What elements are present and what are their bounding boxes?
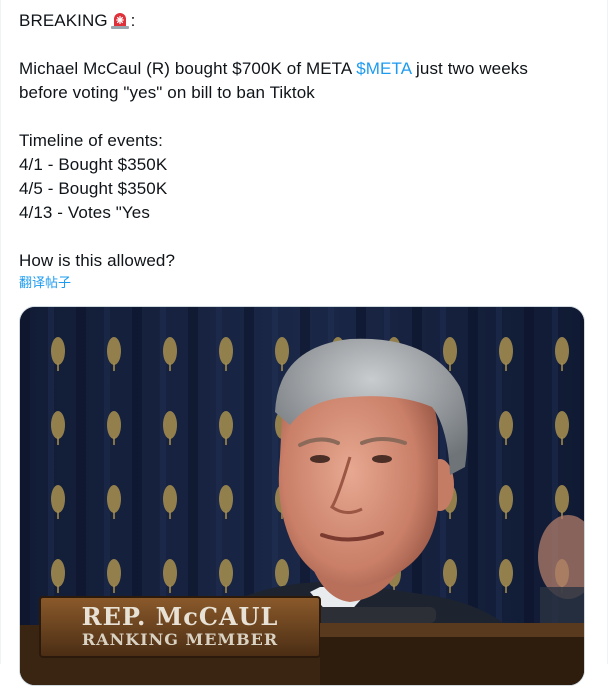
rotating-light-icon [110, 10, 130, 30]
tweet-card: BREAKING : Michael McCaul (R) bought $70… [0, 0, 608, 686]
tweet-line-headline: BREAKING : [19, 9, 579, 33]
nameplate-line-1: REP. McCAUL [82, 602, 279, 631]
timeline-item-1: 4/1 - Bought $350K [19, 155, 168, 174]
line-2-start: Michael McCaul (R) bought $700K of META [19, 59, 357, 78]
tweet-line-3: before voting "yes" on bill to ban Tikto… [19, 83, 315, 102]
timeline-item-3: 4/13 - Votes "Yes [19, 203, 150, 222]
colon: : [130, 11, 136, 30]
tweet-text: BREAKING : Michael McCaul (R) bought $70… [19, 9, 579, 273]
tweet-line-2: Michael McCaul (R) bought $700K of META … [19, 57, 579, 81]
nameplate-line-2: RANKING MEMBER [82, 630, 278, 649]
breaking-label: BREAKING [19, 11, 108, 30]
timeline-heading: Timeline of events: [19, 131, 163, 150]
timeline-item-2: 4/5 - Bought $350K [19, 179, 168, 198]
cashtag-link[interactable]: $META [356, 59, 411, 78]
translate-post-link[interactable]: 翻译帖子 [19, 275, 71, 293]
tweet-photo[interactable]: REP. McCAUL RANKING MEMBER [19, 306, 585, 686]
photo-image: REP. McCAUL RANKING MEMBER [20, 307, 584, 685]
line-2-end: just two weeks [411, 59, 528, 78]
closing-question: How is this allowed? [19, 251, 176, 270]
